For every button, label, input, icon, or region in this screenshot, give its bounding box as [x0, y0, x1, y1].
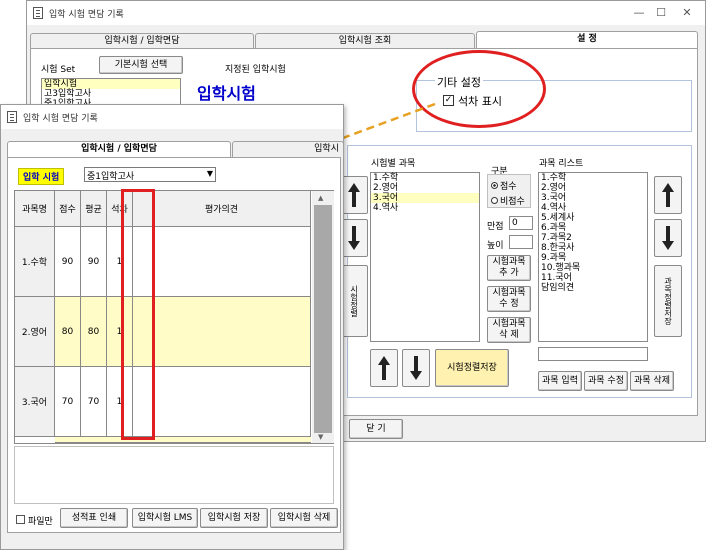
- delete-subject-button[interactable]: 시험과목 삭 제: [487, 317, 531, 343]
- radio-icon: [491, 197, 498, 204]
- table-row-subject[interactable]: 1.수학: [15, 227, 55, 297]
- radio-score[interactable]: 점수: [491, 179, 517, 192]
- full-score-label: 만점: [487, 222, 504, 232]
- back-titlebar: 입학 시험 면담 기록 — ☐ ✕: [27, 1, 705, 25]
- save-exam-order-button[interactable]: 시험정렬저장: [435, 349, 509, 387]
- subject-move-down-button[interactable]: [654, 219, 682, 257]
- app-icon: [7, 111, 17, 123]
- arrow-up-icon: [662, 183, 674, 207]
- list-item[interactable]: 11.국어: [539, 273, 647, 283]
- list-item[interactable]: 4.역사: [539, 203, 647, 213]
- table-row-partial: [55, 437, 311, 443]
- list-item[interactable]: 7.과목2: [539, 233, 647, 243]
- close-icon[interactable]: ✕: [675, 5, 699, 21]
- front-titlebar: 입학 시험 면담 기록: [1, 105, 343, 129]
- table-row-average[interactable]: 70: [81, 367, 107, 437]
- front-window-title: 입학 시험 면담 기록: [23, 114, 98, 124]
- back-tab-exam-interview[interactable]: 입학시험 / 입학면담: [30, 33, 254, 49]
- lms-button[interactable]: 입학시험 LMS: [132, 508, 198, 528]
- front-tab-exam-interview[interactable]: 입학시험 / 입학면담: [7, 141, 231, 158]
- arrow-down-icon: [348, 226, 360, 250]
- arrow-up-icon: [378, 356, 390, 380]
- grid-scrollbar[interactable]: ▲ ▼: [312, 191, 334, 443]
- comment-area[interactable]: [14, 446, 334, 504]
- list-item[interactable]: 10.행과목: [539, 263, 647, 273]
- height-input[interactable]: [509, 235, 533, 249]
- subject-input-button[interactable]: 과목 입력: [538, 371, 582, 391]
- exam-badge: 입학 시험: [18, 168, 65, 185]
- arrow-down-icon: [662, 226, 674, 250]
- table-row-score[interactable]: 70: [55, 367, 81, 437]
- table-row-score[interactable]: 80: [55, 297, 81, 367]
- back-tab-exam-search[interactable]: 입학시험 조회: [255, 33, 475, 49]
- subject-order-save-button[interactable]: 과목정렬저장: [654, 265, 682, 337]
- grid-header-subject: 과목명: [15, 191, 55, 227]
- list-item[interactable]: 5.세계사: [539, 213, 647, 223]
- list-item[interactable]: 입학시험: [42, 79, 180, 89]
- scroll-up-icon[interactable]: ▲: [318, 194, 323, 202]
- exam-set-label: 시험 Set: [41, 65, 76, 75]
- rank-column-highlight: [121, 189, 155, 440]
- subject-edit-button[interactable]: 과목 수정: [584, 371, 628, 391]
- chevron-down-icon: ▼: [206, 169, 213, 178]
- minimize-icon[interactable]: —: [627, 5, 651, 21]
- subject-list-label: 과목 리스트: [539, 159, 584, 169]
- front-panel: 입학 시험 중1입학고사 ▼ 과목명 점수 평균 석차 평가의견 1.수학 90…: [7, 157, 341, 533]
- print-report-button[interactable]: 성적표 인쇄: [60, 508, 128, 528]
- table-row-comment[interactable]: [133, 227, 311, 297]
- list-item[interactable]: 9.과목: [539, 253, 647, 263]
- exam-move-down-button[interactable]: [340, 219, 368, 257]
- app-icon: [33, 7, 43, 19]
- order-down-button[interactable]: [402, 349, 430, 387]
- exam-select[interactable]: 중1입학고사 ▼: [84, 167, 216, 182]
- height-label: 높이: [487, 241, 504, 251]
- exam-save-button[interactable]: 입학시험 저장: [200, 508, 268, 528]
- table-row-score[interactable]: 90: [55, 227, 81, 297]
- file-only-checkbox[interactable]: [16, 515, 25, 524]
- list-item[interactable]: 6.과목: [539, 223, 647, 233]
- front-window: 입학 시험 면담 기록 입학시험 / 입학면담 입학시 입학 시험 중1입학고사…: [0, 104, 344, 550]
- table-row-subject[interactable]: 3.국어: [15, 367, 55, 437]
- table-row-comment[interactable]: [133, 367, 311, 437]
- division-box: 점수 비점수: [487, 174, 531, 208]
- designated-exam-label: 지정된 입학시험: [225, 65, 286, 75]
- front-tab-exam-search[interactable]: 입학시: [232, 141, 344, 158]
- close-button[interactable]: 닫 기: [349, 419, 403, 439]
- basic-exam-select-button[interactable]: 기본시험 선택: [99, 56, 183, 74]
- list-item[interactable]: 고3입학고사: [42, 89, 180, 99]
- radio-selected-icon: [491, 182, 498, 189]
- list-item[interactable]: 담임의견: [539, 283, 647, 293]
- add-subject-button[interactable]: 시험과목 추 가: [487, 255, 531, 281]
- exam-delete-button[interactable]: 입학시험 삭제: [270, 508, 338, 528]
- radio-non-score[interactable]: 비점수: [491, 194, 525, 207]
- exam-order-vertical-button[interactable]: 시험정렬: [340, 265, 368, 337]
- arrow-down-icon: [410, 356, 422, 380]
- maximize-icon[interactable]: ☐: [649, 5, 673, 21]
- table-row-subject[interactable]: 2.영어: [15, 297, 55, 367]
- list-item[interactable]: 2.영어: [539, 183, 647, 193]
- subject-list[interactable]: 1.수학 2.영어 3.국어 4.역사 5.세계사 6.과목 7.과목2 8.한…: [538, 172, 648, 342]
- subject-delete-button[interactable]: 과목 삭제: [630, 371, 674, 391]
- subject-name-input[interactable]: [538, 347, 648, 361]
- grid-header-comment: 평가의견: [133, 191, 311, 227]
- list-item[interactable]: 1.수학: [539, 173, 647, 183]
- table-row-average[interactable]: 80: [81, 297, 107, 367]
- scroll-thumb[interactable]: [314, 205, 332, 433]
- list-item[interactable]: 8.한국사: [539, 243, 647, 253]
- subject-move-up-button[interactable]: [654, 176, 682, 214]
- full-score-input[interactable]: 0: [509, 216, 533, 230]
- scroll-down-icon[interactable]: ▼: [318, 433, 323, 441]
- grid-header-score: 점수: [55, 191, 81, 227]
- order-up-button[interactable]: [370, 349, 398, 387]
- grid-header-average: 평균: [81, 191, 107, 227]
- table-row-average[interactable]: 90: [81, 227, 107, 297]
- score-grid: 과목명 점수 평균 석차 평가의견 1.수학 90 90 1 2.영어 80 8…: [14, 190, 334, 444]
- back-tab-settings[interactable]: 설 정: [476, 31, 698, 49]
- back-window-title: 입학 시험 면담 기록: [49, 10, 124, 20]
- edit-subject-button[interactable]: 시험과목 수 정: [487, 286, 531, 312]
- list-item[interactable]: 3.국어: [539, 193, 647, 203]
- file-only-label: 파일만: [28, 517, 53, 527]
- table-row-comment[interactable]: [133, 297, 311, 367]
